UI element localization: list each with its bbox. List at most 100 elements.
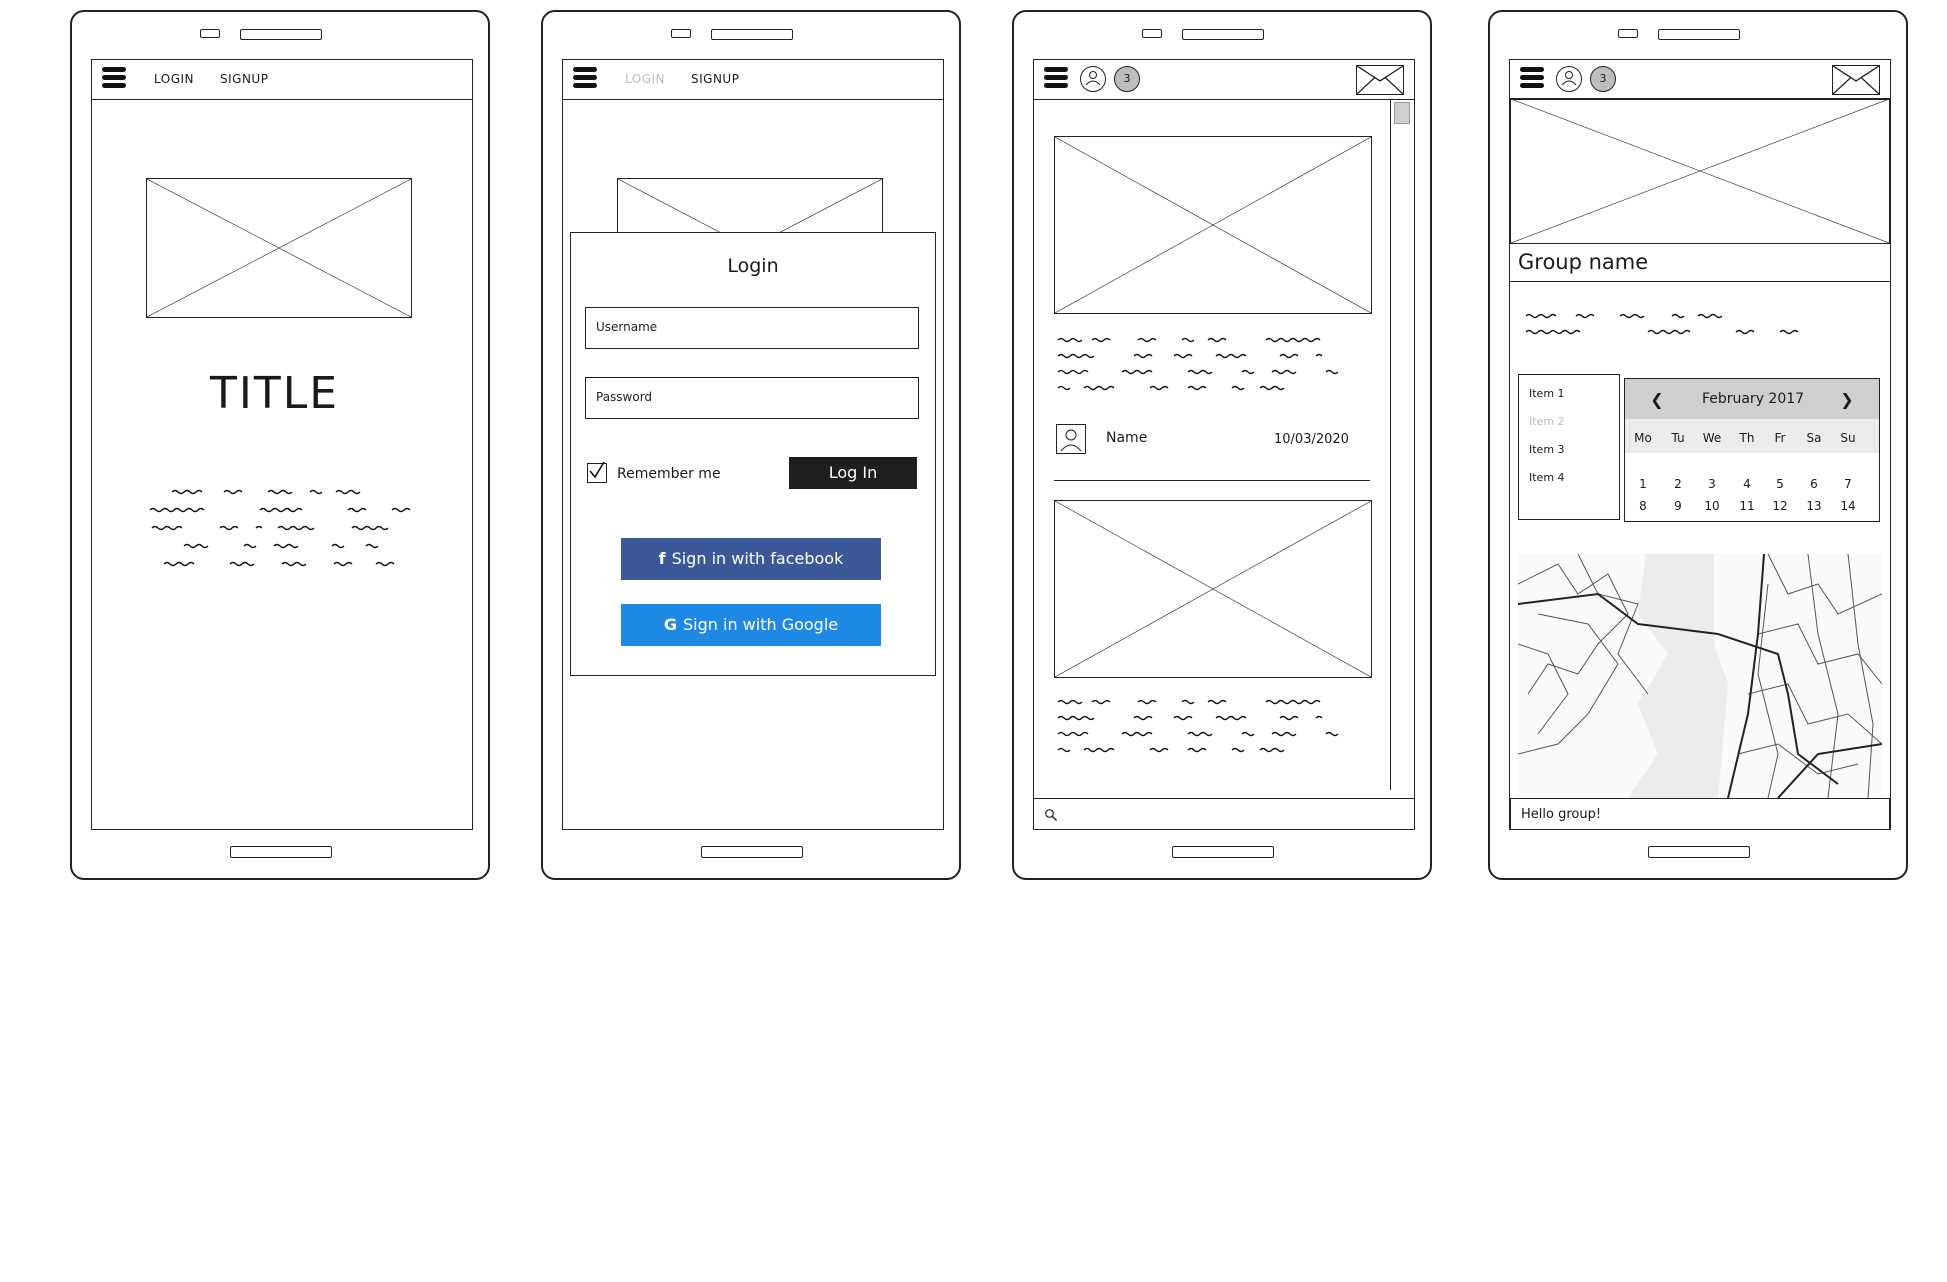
- phone-feed: 3 Name 10/03/2020: [1012, 10, 1432, 880]
- home-button[interactable]: [1648, 846, 1750, 858]
- scrollbar[interactable]: [1390, 100, 1414, 790]
- calendar-day[interactable]: 1: [1631, 477, 1655, 491]
- navbar: LOGIN SIGNUP: [92, 60, 472, 100]
- calendar-weekday: Sa: [1806, 431, 1822, 445]
- password-input[interactable]: Password: [585, 377, 919, 419]
- calendar-day[interactable]: 14: [1836, 499, 1860, 513]
- nav-login-link[interactable]: LOGIN: [154, 72, 194, 86]
- post-divider: [1054, 480, 1370, 481]
- group-description-placeholder: [1524, 310, 1844, 342]
- calendar-weekday: Tu: [1671, 431, 1685, 445]
- item-list: Item 1 Item 2 Item 3 Item 4: [1518, 374, 1620, 520]
- calendar-day[interactable]: 10: [1700, 499, 1724, 513]
- chat-input[interactable]: Hello group!: [1510, 798, 1890, 829]
- phone-camera: [1142, 29, 1162, 38]
- google-signin-button[interactable]: G Sign in with Google: [621, 604, 881, 646]
- notification-badge[interactable]: 3: [1590, 66, 1616, 92]
- search-bar[interactable]: [1034, 798, 1414, 829]
- calendar-day[interactable]: 12: [1768, 499, 1792, 513]
- user-icon[interactable]: [1556, 66, 1582, 92]
- post-text-placeholder: [1056, 334, 1366, 400]
- phone-speaker: [1658, 29, 1740, 40]
- phone-camera: [1618, 29, 1638, 38]
- calendar-day[interactable]: 7: [1836, 477, 1860, 491]
- calendar-day[interactable]: 11: [1735, 499, 1759, 513]
- phone-camera: [200, 29, 220, 38]
- calendar-day[interactable]: 2: [1666, 477, 1690, 491]
- screen-group: 3 Group name Item 1 Item 2 Item 3 Item 4…: [1509, 59, 1891, 830]
- calendar-day[interactable]: 6: [1802, 477, 1826, 491]
- remember-me-checkbox[interactable]: [587, 461, 607, 483]
- group-name-bar: Group name: [1510, 242, 1890, 282]
- phone-speaker: [240, 29, 322, 40]
- calendar-day[interactable]: 5: [1768, 477, 1792, 491]
- screen-feed: 3 Name 10/03/2020: [1033, 59, 1415, 830]
- map[interactable]: [1518, 554, 1882, 798]
- check-icon: [589, 461, 605, 479]
- username-input[interactable]: Username: [585, 307, 919, 349]
- calendar-day[interactable]: 3: [1700, 477, 1724, 491]
- scrollbar-thumb[interactable]: [1394, 102, 1410, 124]
- calendar-weekday: Mo: [1634, 431, 1652, 445]
- calendar-weekday: Th: [1739, 431, 1755, 445]
- login-button[interactable]: Log In: [789, 457, 917, 489]
- post-date: 10/03/2020: [1274, 432, 1349, 447]
- list-item[interactable]: Item 3: [1529, 443, 1565, 456]
- calendar-weekday: Fr: [1774, 431, 1786, 445]
- avatar[interactable]: [1056, 424, 1086, 454]
- navbar: LOGIN SIGNUP: [563, 60, 943, 100]
- list-item[interactable]: Item 4: [1529, 471, 1565, 484]
- nav-signup-link[interactable]: SIGNUP: [220, 72, 268, 86]
- navbar: 3: [1034, 60, 1414, 100]
- facebook-icon: f: [658, 549, 666, 568]
- calendar-next-button[interactable]: ❯: [1835, 390, 1859, 409]
- calendar-weekday: We: [1702, 431, 1722, 445]
- page-title: TITLE: [210, 368, 340, 419]
- home-button[interactable]: [1172, 846, 1274, 858]
- screen-login: LOGIN SIGNUP Login Username Password Rem…: [562, 59, 944, 830]
- envelope-icon[interactable]: [1356, 65, 1404, 95]
- hamburger-icon[interactable]: [1520, 67, 1544, 91]
- phone-login: LOGIN SIGNUP Login Username Password Rem…: [541, 10, 961, 880]
- home-button[interactable]: [230, 846, 332, 858]
- dialog-title: Login: [727, 255, 779, 277]
- post-image-placeholder: [1054, 500, 1372, 678]
- post-image-placeholder: [1054, 136, 1372, 314]
- phone-camera: [671, 29, 691, 38]
- calendar-weekday: Su: [1840, 431, 1856, 445]
- user-icon[interactable]: [1080, 66, 1106, 92]
- list-item[interactable]: Item 1: [1529, 387, 1565, 400]
- calendar-day[interactable]: 9: [1666, 499, 1690, 513]
- calendar: ❮ February 2017 ❯ Mo Tu We Th Fr Sa Su 1…: [1624, 378, 1880, 522]
- hamburger-icon[interactable]: [102, 67, 126, 91]
- google-button-label: Sign in with Google: [683, 615, 839, 634]
- calendar-month: February 2017: [1701, 391, 1805, 407]
- calendar-day[interactable]: 8: [1631, 499, 1655, 513]
- author-name: Name: [1106, 430, 1148, 446]
- google-icon: G: [663, 615, 678, 634]
- screen-landing: LOGIN SIGNUP TITLE: [91, 59, 473, 830]
- group-cover-image-placeholder: [1510, 98, 1890, 244]
- envelope-icon[interactable]: [1832, 65, 1880, 95]
- facebook-button-label: Sign in with facebook: [671, 549, 844, 568]
- list-item: Item 2: [1529, 415, 1565, 428]
- facebook-signin-button[interactable]: f Sign in with facebook: [621, 538, 881, 580]
- nav-login-link[interactable]: LOGIN: [625, 72, 665, 86]
- image-placeholder: [146, 178, 412, 318]
- hamburger-icon[interactable]: [1044, 67, 1068, 91]
- group-name: Group name: [1518, 250, 1649, 274]
- hamburger-icon[interactable]: [573, 67, 597, 91]
- nav-signup-link[interactable]: SIGNUP: [691, 72, 739, 86]
- post-text-placeholder: [1056, 696, 1366, 762]
- remember-me-label: Remember me: [617, 466, 721, 482]
- text-placeholder: [144, 482, 434, 582]
- search-icon: [1045, 809, 1057, 821]
- phone-speaker: [1182, 29, 1264, 40]
- navbar: 3: [1510, 60, 1890, 100]
- phone-group: 3 Group name Item 1 Item 2 Item 3 Item 4…: [1488, 10, 1908, 880]
- home-button[interactable]: [701, 846, 803, 858]
- calendar-day[interactable]: 13: [1802, 499, 1826, 513]
- phone-landing: LOGIN SIGNUP TITLE: [70, 10, 490, 880]
- calendar-day[interactable]: 4: [1735, 477, 1759, 491]
- notification-badge[interactable]: 3: [1114, 66, 1140, 92]
